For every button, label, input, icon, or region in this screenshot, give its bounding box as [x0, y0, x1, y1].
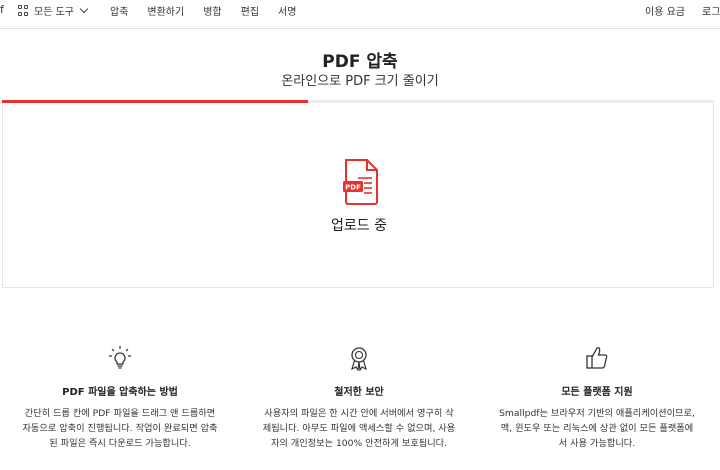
- nav-link-compress[interactable]: 압축: [110, 3, 128, 18]
- nav-links: 압축 변환하기 병합 편집 서명: [110, 3, 315, 18]
- grid-icon: [18, 5, 29, 16]
- feature-description: 사용자의 파일은 한 시간 안에 서버에서 영구히 삭제됩니다. 아무도 파일에…: [262, 408, 456, 449]
- nav-link-merge[interactable]: 병합: [203, 3, 221, 18]
- nav-link-sign[interactable]: 서명: [278, 3, 296, 18]
- feature-description: Smallpdf는 브라우저 기반의 애플리케이션이므로, 맥, 윈도우 또는 …: [499, 408, 695, 449]
- feature-title: 모든 플랫폼 지원: [561, 387, 633, 398]
- upload-drop-zone[interactable]: PDF 업로드 중: [2, 103, 714, 288]
- thumbs-up-icon: [586, 347, 608, 369]
- login-link[interactable]: 로그인: [702, 3, 720, 18]
- feature-how-to: PDF 파일을 압축하는 방법 간단히 드롭 칸에 PDF 파일을 드래그 앤 …: [20, 345, 220, 451]
- nav-link-edit[interactable]: 편집: [241, 3, 259, 18]
- feature-description: 간단히 드롭 칸에 PDF 파일을 드래그 앤 드롭하면 자동으로 압축이 진행…: [22, 408, 218, 449]
- feature-security: 철저한 보안 사용자의 파일은 한 시간 안에 서버에서 영구히 삭제됩니다. …: [259, 345, 459, 451]
- page-subtitle: 온라인으로 PDF 크기 줄이기: [281, 74, 439, 89]
- logo-fragment[interactable]: f: [0, 3, 4, 16]
- nav-right: 이용 요금 로그인: [645, 3, 720, 18]
- nav-divider: [0, 28, 720, 29]
- all-tools-menu[interactable]: 모든 도구: [18, 3, 89, 18]
- pdf-icon-label: PDF: [345, 184, 361, 192]
- award-badge-icon: [351, 347, 367, 371]
- all-tools-label: 모든 도구: [34, 7, 74, 18]
- page-title: PDF 압축: [322, 52, 398, 72]
- upload-status-text: 업로드 중: [331, 218, 387, 234]
- pdf-file-icon: PDF: [343, 159, 378, 205]
- lightbulb-icon: [109, 346, 131, 369]
- chevron-down-icon: [79, 4, 89, 14]
- feature-platforms: 모든 플랫폼 지원 Smallpdf는 브라우저 기반의 애플리케이션이므로, …: [497, 345, 697, 451]
- pricing-link[interactable]: 이용 요금: [645, 3, 685, 18]
- top-nav: f 모든 도구 압축 변환하기 병합 편집 서명 이용 요금 로그인: [0, 0, 720, 22]
- feature-title: 철저한 보안: [334, 387, 384, 398]
- nav-link-convert[interactable]: 변환하기: [147, 3, 184, 18]
- feature-title: PDF 파일을 압축하는 방법: [62, 387, 178, 398]
